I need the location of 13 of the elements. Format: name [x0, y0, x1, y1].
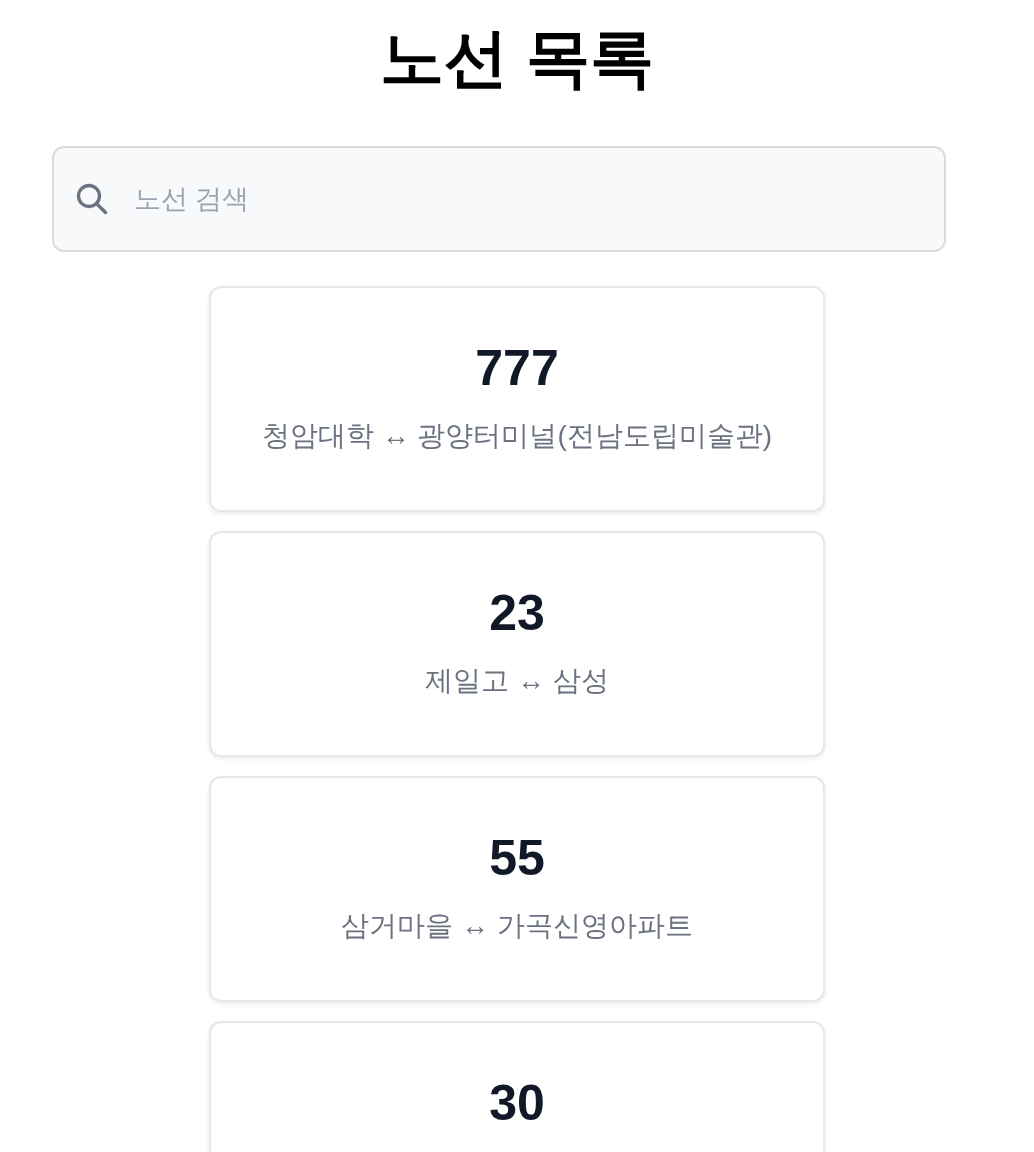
route-endpoints: 제일고 ↔ 삼성 — [425, 664, 609, 698]
route-card[interactable]: 777 청암대학 ↔ 광양터미널(전남도립미술관) — [209, 286, 825, 512]
route-endpoints: 청암대학 ↔ 광양터미널(전남도립미술관) — [261, 419, 773, 453]
route-number: 55 — [489, 829, 545, 888]
route-number: 23 — [489, 584, 545, 643]
search-field[interactable]: 노선 검색 — [51, 146, 946, 252]
route-card[interactable]: 23 제일고 ↔ 삼성 — [209, 531, 825, 757]
page-title: 노선 목록 — [380, 21, 654, 96]
route-number: 777 — [475, 339, 559, 398]
route-endpoints: 삼거마을 ↔ 가곡신영아파트 — [341, 909, 693, 943]
route-card[interactable]: 55 삼거마을 ↔ 가곡신영아파트 — [209, 776, 825, 1002]
route-card[interactable]: 30 — [209, 1021, 825, 1152]
route-number: 30 — [489, 1074, 545, 1133]
